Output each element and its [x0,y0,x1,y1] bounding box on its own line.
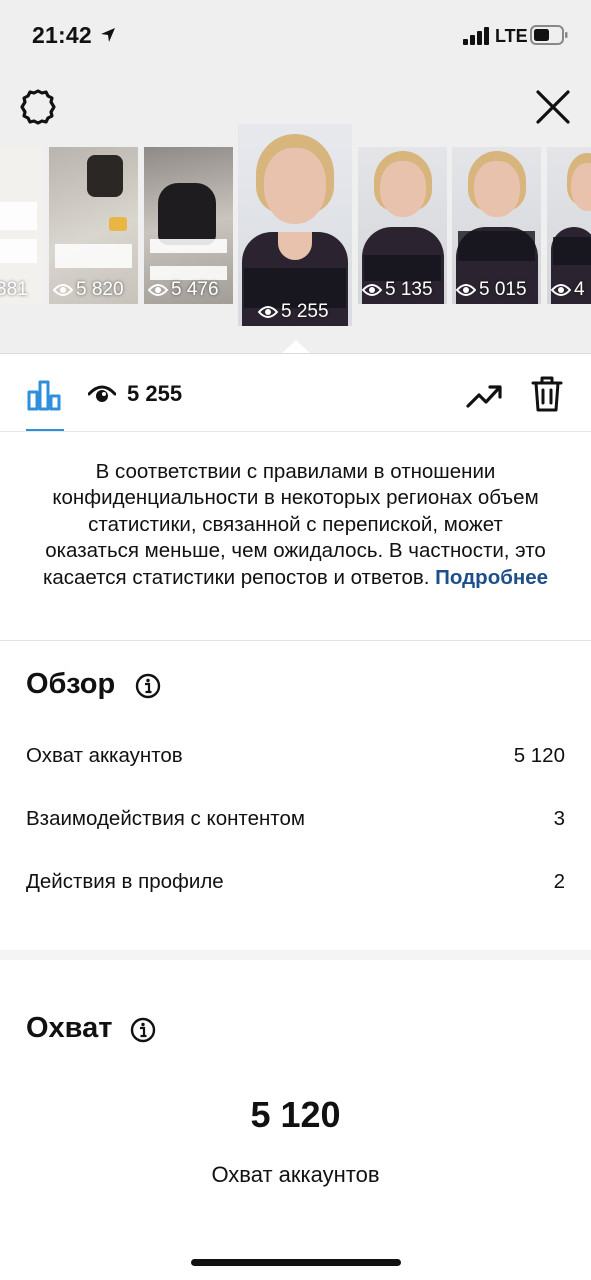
trending-up-icon[interactable] [465,378,503,412]
bar-chart-icon[interactable] [26,378,62,412]
cellular-signal-icon [463,27,489,45]
settings-gear-icon[interactable] [18,87,58,127]
thumbnail-views: 5 476 [148,279,219,301]
thumbnail-views-count: 5 015 [479,279,527,300]
thumbnail-views-count: 5 255 [281,301,329,322]
thumbnail-views-count: 4 [574,279,585,300]
metric-value: 3 [553,807,565,830]
divider [0,640,591,641]
thumbnail-views: 5 015 [456,279,527,301]
network-type: LTE [495,26,528,46]
thumbnail-views-count: 381 [0,279,28,300]
home-indicator[interactable] [191,1259,401,1266]
thumbnail-views: 5 135 [362,279,433,301]
eye-icon [88,385,116,402]
metric-label: Взаимодействия с контентом [26,807,305,830]
thumbnail-views: 5 255 [258,301,329,323]
metric-value: 2 [553,870,565,893]
story-thumbnail[interactable]: 5 135 [358,147,447,304]
learn-more-link[interactable]: Подробнее [435,566,548,589]
story-thumbnail[interactable]: 5 015 [452,147,541,304]
status-time: 21:42 [32,22,92,48]
metric-value: 5 120 [513,744,565,767]
reach-label: Охват аккаунтов [211,1162,380,1187]
reach-title: Охват [26,1012,113,1044]
story-thumbnail[interactable]: 5 820 [49,147,138,304]
story-thumbnail[interactable]: 4 [547,147,591,304]
story-thumbnail[interactable]: 381 [0,147,43,304]
thumbnail-views: 381 [0,279,28,301]
close-icon[interactable] [534,88,572,126]
selection-pointer [281,340,311,354]
thumbnail-views: 5 820 [53,279,124,301]
divider [0,431,591,432]
eye-icon [148,284,168,296]
overview-row-profile-actions: Действия в профиле 2 [26,870,565,894]
metric-label: Охват аккаунтов [26,744,183,767]
thumbnail-views-count: 5 135 [385,279,433,300]
thumbnail-views: 4 [551,279,585,301]
metric-label: Действия в профиле [26,870,224,893]
info-icon[interactable] [135,673,161,699]
eye-icon [53,284,73,296]
trash-icon[interactable] [531,375,563,413]
story-thumbnail-selected[interactable]: 5 255 [238,124,352,326]
privacy-notice: В соответствии с правилами в отношении к… [40,459,551,591]
reach-number: 5 120 [250,1094,341,1135]
section-separator [0,950,591,960]
battery-icon [530,25,568,45]
eye-icon [362,284,382,296]
eye-icon [551,284,571,296]
story-carousel[interactable]: 381 5 820 5 476 5 255 5 135 5 015 4 [0,124,591,334]
status-bar: 21:42 LTE [0,0,591,72]
overview-title: Обзор [26,668,116,700]
info-icon[interactable] [130,1017,156,1043]
overview-row-interactions: Взаимодействия с контентом 3 [26,807,565,831]
thumbnail-views-count: 5 476 [171,279,219,300]
location-arrow-icon [101,28,115,42]
eye-icon [456,284,476,296]
eye-icon [258,306,278,318]
story-views-count: 5 255 [127,381,183,406]
thumbnail-views-count: 5 820 [76,279,124,300]
overview-row-reach: Охват аккаунтов 5 120 [26,744,565,768]
story-thumbnail[interactable]: 5 476 [144,147,233,304]
